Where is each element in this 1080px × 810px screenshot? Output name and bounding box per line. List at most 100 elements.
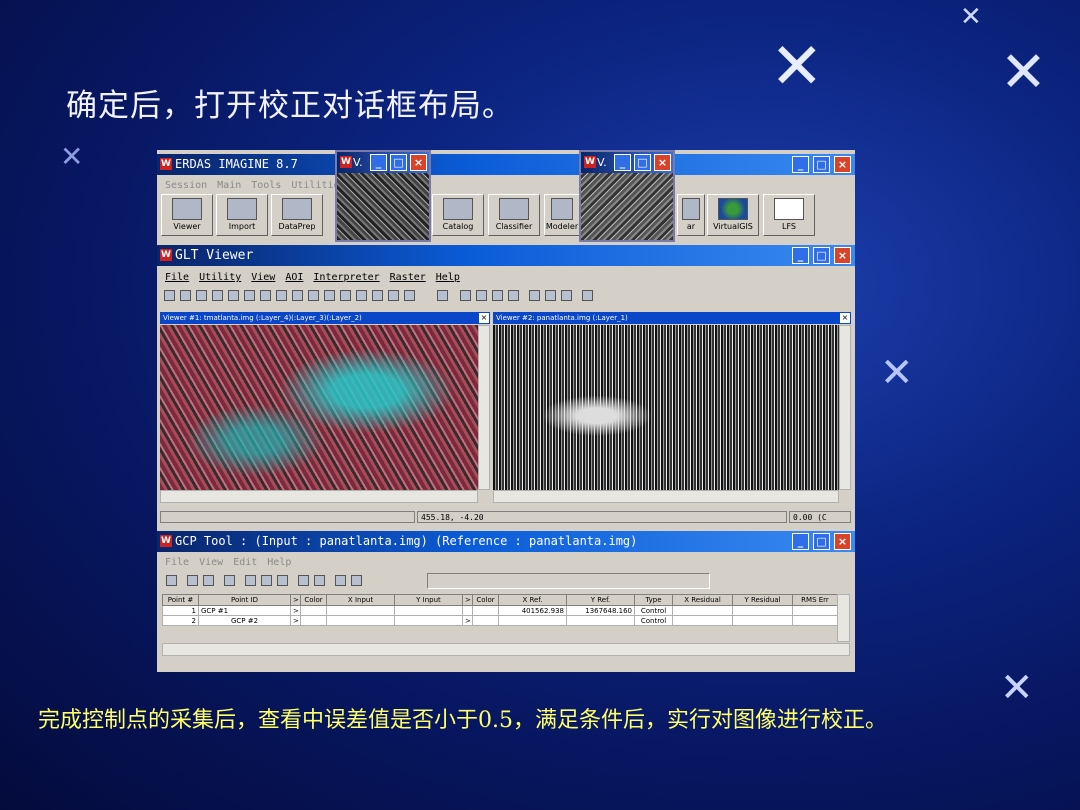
cell-mark2[interactable] — [462, 605, 473, 616]
close-button[interactable]: × — [834, 533, 851, 550]
cell-mark2[interactable]: > — [462, 615, 473, 626]
gcp-hscrollbar[interactable] — [162, 643, 850, 656]
gcp-vscrollbar[interactable] — [837, 594, 850, 642]
column-header[interactable]: > — [290, 594, 301, 606]
viewer1-image[interactable] — [160, 325, 478, 490]
menu-raster[interactable]: Raster — [390, 269, 426, 286]
menu-session[interactable]: Session — [165, 177, 207, 194]
z-alt-icon[interactable] — [351, 575, 362, 586]
cell[interactable] — [732, 605, 793, 616]
grid-icon[interactable] — [308, 290, 319, 301]
column-header[interactable]: Y Ref. — [566, 594, 635, 606]
cell-id[interactable]: GCP #1 — [198, 605, 291, 616]
menu-view[interactable]: View — [251, 269, 275, 286]
minimize-button[interactable]: _ — [370, 154, 387, 171]
cell-yref[interactable]: 1367648.160 — [566, 605, 635, 616]
close-button[interactable]: × — [410, 154, 427, 171]
column-header[interactable]: > — [462, 594, 473, 606]
cell[interactable] — [472, 615, 499, 626]
menu-interpreter[interactable]: Interpreter — [313, 269, 379, 286]
menu-file[interactable]: File — [165, 554, 189, 571]
print-icon[interactable] — [244, 290, 255, 301]
menu-view[interactable]: View — [199, 554, 223, 571]
lfs-button[interactable]: LFS — [763, 194, 815, 236]
cell-id[interactable]: GCP #2 — [198, 615, 291, 626]
unlock-icon[interactable] — [314, 575, 325, 586]
magnify-icon[interactable] — [529, 290, 540, 301]
column-header[interactable]: Y Residual — [732, 594, 793, 606]
viewer2-vscrollbar[interactable] — [839, 325, 851, 490]
small-viewer-window-left[interactable]: W V. _ □ × — [335, 150, 431, 242]
cell-num[interactable]: 2 — [162, 615, 199, 626]
cell[interactable] — [672, 615, 733, 626]
check-icon[interactable] — [224, 575, 235, 586]
menu-utility[interactable]: Utility — [199, 269, 241, 286]
cell-type[interactable]: Control — [634, 605, 673, 616]
maximize-button[interactable]: □ — [634, 154, 651, 171]
arrow-icon[interactable] — [388, 290, 399, 301]
viewer2-hscrollbar[interactable] — [493, 490, 839, 503]
column-header[interactable]: Point ID — [198, 594, 291, 606]
cell[interactable] — [472, 605, 499, 616]
pencil-icon[interactable] — [276, 290, 287, 301]
cell-num[interactable]: 1 — [162, 605, 199, 616]
cell-type[interactable]: Control — [634, 615, 673, 626]
chart-icon[interactable] — [404, 290, 415, 301]
cell[interactable] — [326, 615, 395, 626]
select-arrow-icon[interactable] — [245, 575, 256, 586]
cell[interactable] — [792, 615, 838, 626]
gcp-tool-icon[interactable] — [166, 575, 177, 586]
small-viewer-window-right[interactable]: W V. _ □ × — [579, 150, 675, 242]
close-button[interactable]: × — [834, 156, 851, 173]
viewer2-image[interactable] — [493, 325, 839, 490]
maximize-button[interactable]: □ — [390, 154, 407, 171]
copy-icon[interactable] — [212, 290, 223, 301]
maximize-button[interactable]: □ — [813, 156, 830, 173]
column-header[interactable]: RMS Err — [792, 594, 838, 606]
maximize-button[interactable]: □ — [813, 533, 830, 550]
zoom-out-icon[interactable] — [492, 290, 503, 301]
column-header[interactable]: X Input — [326, 594, 395, 606]
cell[interactable] — [326, 605, 395, 616]
cell-yref[interactable] — [566, 615, 635, 626]
gcp-table[interactable]: Point # Point ID > Color X Input Y Input > Colo… — [162, 594, 838, 626]
menu-help[interactable]: Help — [436, 269, 460, 286]
column-header[interactable]: Color — [472, 594, 499, 606]
close-button[interactable]: × — [654, 154, 671, 171]
menu-edit[interactable]: Edit — [233, 554, 257, 571]
key-icon[interactable] — [437, 290, 448, 301]
menu-main[interactable]: Main — [217, 177, 241, 194]
import-button[interactable]: Import — [216, 194, 268, 236]
column-header[interactable]: Point # — [162, 594, 199, 606]
create-gcp-icon[interactable] — [261, 575, 272, 586]
delete-icon[interactable] — [277, 575, 288, 586]
viewer-button[interactable]: Viewer — [161, 194, 213, 236]
column-header[interactable]: Color — [300, 594, 327, 606]
sigma-check-icon[interactable] — [203, 575, 214, 586]
flag-icon[interactable] — [582, 290, 593, 301]
save-icon[interactable] — [180, 290, 191, 301]
close-icon[interactable]: × — [479, 313, 489, 323]
column-header[interactable]: Type — [634, 594, 673, 606]
virtualgis-button[interactable]: VirtualGIS — [707, 194, 759, 236]
catalog-button[interactable]: Catalog — [432, 194, 484, 236]
menu-file[interactable]: File — [165, 269, 189, 286]
cell-mark1[interactable]: > — [290, 605, 301, 616]
open-icon[interactable] — [164, 290, 175, 301]
cell-xref[interactable] — [498, 615, 567, 626]
minimize-button[interactable]: _ — [792, 156, 809, 173]
column-header[interactable]: Y Input — [394, 594, 463, 606]
minimize-button[interactable]: _ — [614, 154, 631, 171]
cell[interactable] — [300, 615, 327, 626]
menu-tools[interactable]: Tools — [251, 177, 281, 194]
column-header[interactable]: X Ref. — [498, 594, 567, 606]
cell[interactable] — [394, 605, 463, 616]
crosshair-icon[interactable] — [372, 290, 383, 301]
new-icon[interactable] — [196, 290, 207, 301]
pan-icon[interactable] — [508, 290, 519, 301]
pointer-icon[interactable] — [460, 290, 471, 301]
dataprep-button[interactable]: DataPrep — [271, 194, 323, 236]
cell[interactable] — [672, 605, 733, 616]
close-button[interactable]: × — [834, 247, 851, 264]
cell-xref[interactable]: 401562.938 — [498, 605, 567, 616]
